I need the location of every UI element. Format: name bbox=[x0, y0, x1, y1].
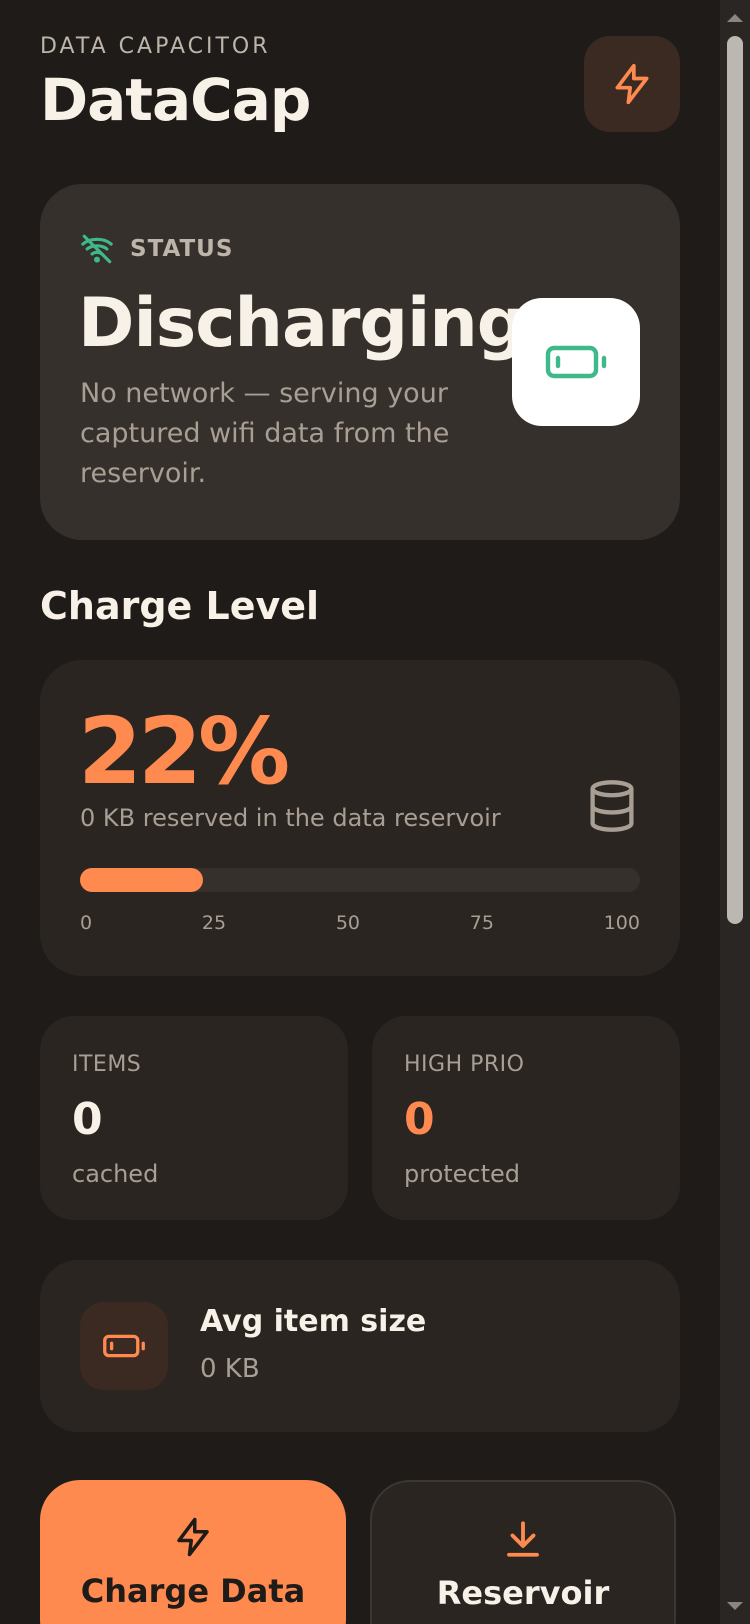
lightning-icon bbox=[615, 63, 649, 105]
status-header: STATUS bbox=[80, 232, 233, 266]
charge-section-title: Charge Level bbox=[40, 584, 320, 628]
items-unit: cached bbox=[72, 1160, 159, 1188]
status-card: STATUS Discharging No network — serving … bbox=[40, 184, 680, 540]
scale-tick: 50 bbox=[335, 912, 360, 934]
scale-tick: 25 bbox=[201, 912, 227, 934]
charge-data-button[interactable]: Charge Data bbox=[40, 1480, 346, 1624]
items-label: ITEMS bbox=[72, 1052, 142, 1077]
scroll-thumb[interactable] bbox=[727, 36, 743, 924]
items-value: 0 bbox=[72, 1094, 103, 1145]
charge-progress-fill bbox=[80, 868, 204, 892]
charge-data-label: Charge Data bbox=[80, 1572, 306, 1610]
high-prio-unit: protected bbox=[404, 1160, 521, 1188]
app-title: DataCap bbox=[40, 66, 311, 134]
lightning-icon bbox=[177, 1517, 209, 1557]
charge-progress-bar bbox=[80, 868, 640, 892]
app-eyebrow: DATA CAPACITOR bbox=[40, 34, 271, 59]
items-stat-card: ITEMS 0 cached bbox=[40, 1016, 348, 1220]
scroll-down-arrow[interactable] bbox=[727, 1602, 743, 1610]
status-title: Discharging bbox=[78, 284, 525, 363]
charge-shortcut-button[interactable] bbox=[584, 36, 680, 132]
charge-percent: 22% bbox=[78, 698, 290, 805]
charge-subtitle: 0 KB reserved in the data reservoir bbox=[80, 804, 501, 832]
scale-tick: 75 bbox=[469, 912, 494, 934]
avg-item-size-card: Avg item size 0 KB bbox=[40, 1260, 680, 1432]
battery-icon bbox=[103, 1334, 145, 1358]
download-icon bbox=[507, 1521, 539, 1557]
status-description: No network — serving your captured wifi … bbox=[80, 378, 450, 489]
avg-icon-tile bbox=[80, 1302, 168, 1390]
scroll-up-arrow[interactable] bbox=[727, 14, 743, 22]
battery-low-icon bbox=[545, 345, 607, 379]
high-prio-value: 0 bbox=[404, 1094, 435, 1145]
avg-item-size-value: 0 KB bbox=[200, 1354, 260, 1384]
reservoir-button[interactable]: Reservoir bbox=[370, 1480, 676, 1624]
scale-tick: 0 bbox=[80, 912, 93, 934]
avg-item-size-title: Avg item size bbox=[200, 1304, 427, 1339]
charge-scale: 0 25 50 75 100 bbox=[80, 912, 640, 934]
status-label: STATUS bbox=[130, 236, 234, 262]
app-screen: DATA CAPACITOR DataCap STATUS Dischargin… bbox=[0, 0, 720, 1624]
scale-tick: 100 bbox=[603, 912, 640, 934]
database-icon bbox=[590, 780, 634, 832]
battery-status-tile bbox=[512, 298, 640, 426]
charge-card: 22% 0 KB reserved in the data reservoir … bbox=[40, 660, 680, 976]
high-prio-stat-card: HIGH PRIO 0 protected bbox=[372, 1016, 680, 1220]
wifi-off-icon bbox=[81, 234, 113, 264]
high-prio-label: HIGH PRIO bbox=[404, 1052, 525, 1077]
reservoir-label: Reservoir bbox=[436, 1574, 610, 1612]
page-scrollbar[interactable] bbox=[720, 0, 750, 1624]
